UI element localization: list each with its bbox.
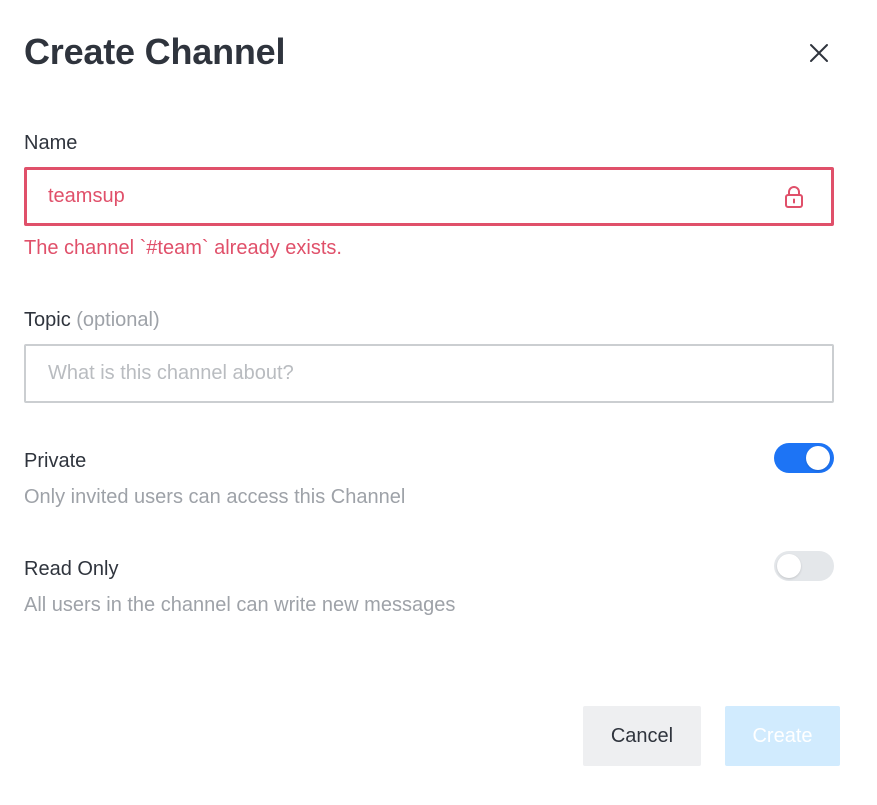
create-channel-modal: Create Channel Name The channel `#team` … xyxy=(0,0,877,805)
private-label: Private xyxy=(24,450,87,472)
close-button[interactable] xyxy=(800,34,838,72)
toggle-knob xyxy=(806,446,830,470)
cancel-button[interactable]: Cancel xyxy=(583,706,701,766)
close-icon xyxy=(810,44,828,62)
lock-icon xyxy=(785,186,803,208)
optional-hint: (optional) xyxy=(76,309,160,331)
modal-title: Create Channel xyxy=(24,31,286,72)
read-only-toggle[interactable] xyxy=(774,551,834,581)
name-label: Name xyxy=(24,132,78,154)
read-only-label: Read Only xyxy=(24,558,119,580)
create-button[interactable]: Create xyxy=(725,706,840,766)
private-description: Only invited users can access this Chann… xyxy=(24,486,406,508)
topic-input-wrapper xyxy=(24,344,834,403)
name-error-message: The channel `#team` already exists. xyxy=(24,237,342,259)
read-only-description: All users in the channel can write new m… xyxy=(24,594,456,616)
name-input[interactable] xyxy=(27,170,831,223)
name-input-wrapper xyxy=(24,167,834,226)
toggle-knob xyxy=(777,554,801,578)
private-toggle[interactable] xyxy=(774,443,834,473)
topic-label-text: Topic xyxy=(24,309,71,331)
topic-label: Topic (optional) xyxy=(24,307,160,333)
topic-input[interactable] xyxy=(26,346,832,401)
